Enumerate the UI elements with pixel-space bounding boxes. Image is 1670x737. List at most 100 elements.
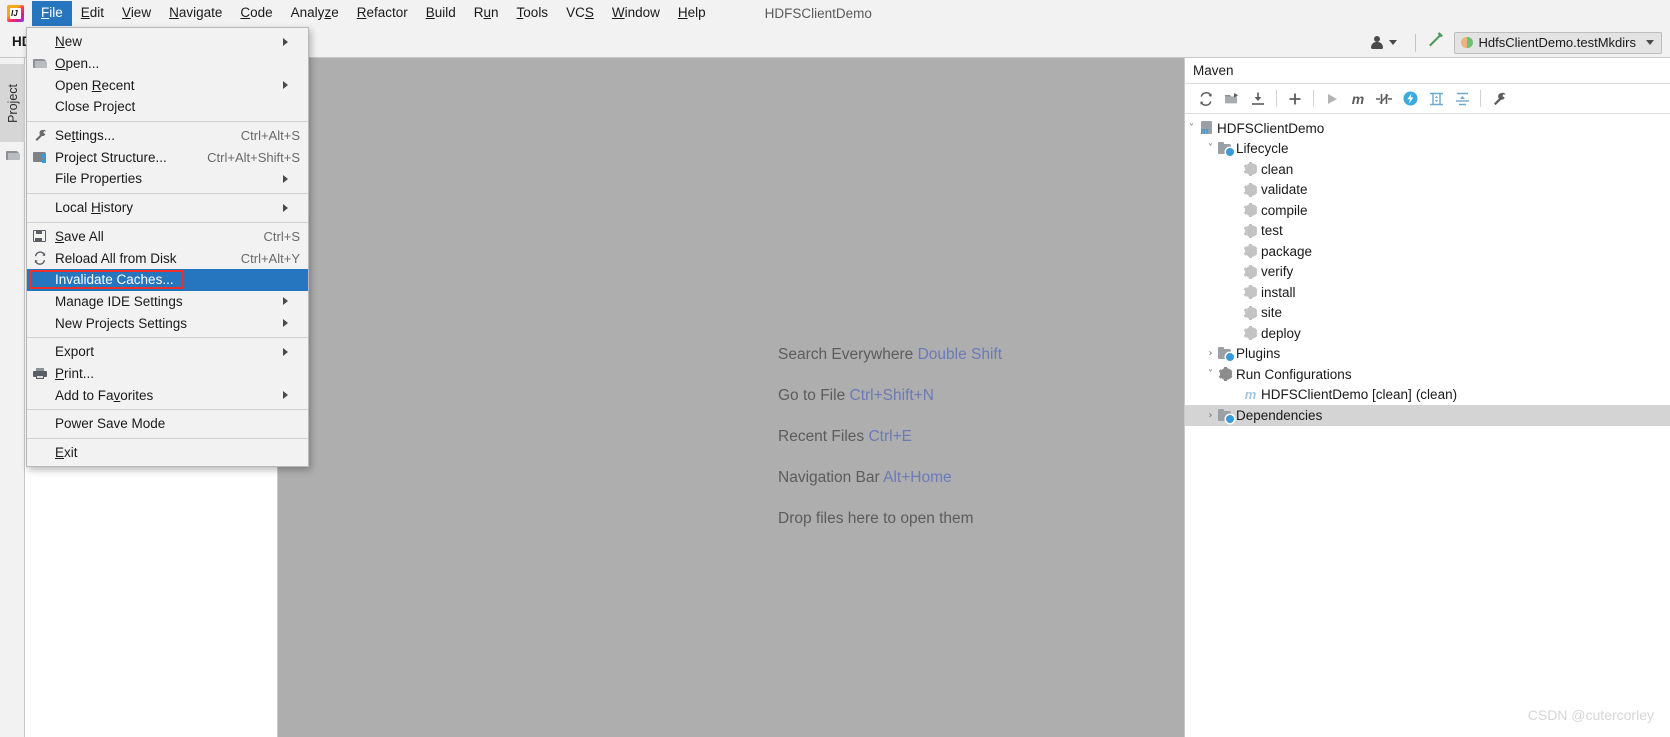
tree-item-label: Plugins <box>1236 346 1281 362</box>
menu-vcs[interactable]: VCS <box>557 1 603 26</box>
menu-run[interactable]: Run <box>465 1 508 26</box>
chevron-right-icon[interactable]: › <box>1204 348 1217 359</box>
hint-action: Search Everywhere <box>778 346 914 363</box>
chevron-down-icon[interactable] <box>1646 40 1654 45</box>
menu-item-print[interactable]: Print... <box>27 363 308 385</box>
wrench-icon[interactable] <box>1486 87 1512 111</box>
menu-item-project-structure[interactable]: Project Structure... Ctrl+Alt+Shift+S <box>27 146 308 168</box>
chevron-down-icon[interactable]: ˅ <box>1204 369 1217 380</box>
menu-edit[interactable]: Edit <box>72 1 113 26</box>
menu-item-manage-ide-settings[interactable]: Manage IDE Settings <box>27 291 308 313</box>
person-icon[interactable] <box>1370 35 1386 50</box>
menu-item-invalidate-caches[interactable]: Invalidate Caches... <box>27 268 308 291</box>
generate-sources-icon[interactable] <box>1219 87 1245 111</box>
menu-item-label: Open Recent <box>55 77 135 93</box>
hint-action: Drop files here to open them <box>778 510 974 527</box>
tree-item-label: site <box>1261 305 1283 321</box>
maven-panel-header: Maven <box>1185 58 1670 84</box>
menu-separator <box>27 221 308 223</box>
offline-mode-icon[interactable] <box>1397 87 1423 111</box>
table-row[interactable]: test <box>1185 221 1670 242</box>
maven-goal-icon <box>1242 244 1259 259</box>
download-icon[interactable] <box>1245 87 1271 111</box>
menu-help[interactable]: Help <box>669 1 715 26</box>
table-row[interactable]: ˅ Lifecycle <box>1185 139 1670 160</box>
menu-item-label: Add to Favorites <box>55 387 154 403</box>
project-structure-icon <box>33 146 47 168</box>
menu-refactor[interactable]: Refactor <box>348 1 417 26</box>
maven-goal-icon <box>1242 305 1259 320</box>
table-row[interactable]: ˅ Run Configurations <box>1185 364 1670 385</box>
table-row[interactable]: compile <box>1185 200 1670 221</box>
menu-item-shortcut: Ctrl+Alt+S <box>240 128 300 144</box>
folder-icon[interactable] <box>6 150 20 161</box>
menu-separator <box>27 409 308 410</box>
menu-analyze[interactable]: Analyze <box>282 1 348 26</box>
menu-item-label: Settings... <box>55 128 116 144</box>
table-row[interactable]: clean <box>1185 159 1670 180</box>
chevron-right-icon[interactable]: › <box>1204 410 1217 421</box>
table-row[interactable]: deploy <box>1185 323 1670 344</box>
menu-code[interactable]: Code <box>231 1 281 26</box>
hint-row: Recent Files Ctrl+E <box>778 428 1002 446</box>
chevron-down-icon[interactable] <box>1388 40 1397 45</box>
menu-item-new-projects-settings[interactable]: New Projects Settings <box>27 312 308 334</box>
menu-view[interactable]: View <box>113 1 160 26</box>
menu-item-power-save-mode[interactable]: Power Save Mode <box>27 413 308 435</box>
collapse-all-icon[interactable] <box>1449 87 1475 111</box>
window-title: HDFSClientDemo <box>764 6 872 21</box>
menu-item-new[interactable]: New <box>27 31 308 53</box>
table-row[interactable]: › Dependencies <box>1185 405 1670 426</box>
table-row[interactable]: site <box>1185 303 1670 324</box>
run-icon[interactable] <box>1319 87 1345 111</box>
chevron-down-icon[interactable]: ˅ <box>1185 123 1198 134</box>
menu-item-local-history[interactable]: Local History <box>27 197 308 219</box>
table-row[interactable]: validate <box>1185 180 1670 201</box>
menu-item-file-properties[interactable]: File Properties <box>27 168 308 190</box>
hint-row: Search Everywhere Double Shift <box>778 346 1002 364</box>
menu-file[interactable]: File <box>32 1 72 26</box>
menu-item-open[interactable]: Open... <box>27 53 308 75</box>
lifecycle-folder-icon <box>1217 142 1234 157</box>
menu-item-reload-all-from-disk[interactable]: Reload All from Disk Ctrl+Alt+Y <box>27 247 308 269</box>
menu-separator <box>27 120 308 122</box>
maven-m-icon[interactable]: m <box>1345 87 1371 111</box>
maven-goal-icon <box>1242 203 1259 218</box>
skip-tests-icon[interactable] <box>1371 87 1397 111</box>
table-row[interactable]: install <box>1185 282 1670 303</box>
menu-item-close-project[interactable]: Close Project <box>27 96 308 118</box>
test-run-config-icon <box>1460 37 1473 48</box>
maven-goal-icon <box>1242 264 1259 279</box>
table-row[interactable]: m HDFSClientDemo [clean] (clean) <box>1185 385 1670 406</box>
dependencies-folder-icon <box>1217 408 1234 423</box>
menu-navigate[interactable]: Navigate <box>160 1 231 26</box>
menu-item-settings[interactable]: Settings... Ctrl+Alt+S <box>27 125 308 147</box>
menu-build[interactable]: Build <box>417 1 465 26</box>
build-hammer-icon[interactable] <box>1425 31 1444 55</box>
dependency-diagram-icon[interactable] <box>1423 87 1449 111</box>
refresh-icon[interactable] <box>1193 87 1219 111</box>
chevron-down-icon[interactable]: ˅ <box>1204 143 1217 154</box>
plus-icon[interactable] <box>1282 87 1308 111</box>
sidebar-item-project[interactable]: Project <box>0 64 25 142</box>
menu-tools[interactable]: Tools <box>508 1 558 26</box>
menu-item-label: New <box>55 34 83 50</box>
hint-action: Recent Files <box>778 428 865 445</box>
plugins-folder-icon <box>1217 347 1234 362</box>
tree-item-label: HDFSClientDemo [clean] <box>1261 387 1412 403</box>
run-configuration-selector[interactable]: HdfsClientDemo.testMkdirs <box>1453 31 1662 54</box>
editor-empty-area[interactable]: Search Everywhere Double Shift Go to Fil… <box>278 58 1184 737</box>
menu-item-save-all[interactable]: Save All Ctrl+S <box>27 226 308 248</box>
table-row[interactable]: ˅ m HDFSClientDemo <box>1185 118 1670 139</box>
table-row[interactable]: package <box>1185 241 1670 262</box>
chevron-right-icon <box>283 347 300 356</box>
table-row[interactable]: verify <box>1185 262 1670 283</box>
menu-item-add-to-favorites[interactable]: Add to Favorites <box>27 384 308 406</box>
menu-item-open-recent[interactable]: Open Recent <box>27 74 308 96</box>
menu-item-exit[interactable]: Exit <box>27 442 308 464</box>
menu-item-export[interactable]: Export <box>27 341 308 363</box>
tree-item-label: verify <box>1261 264 1294 280</box>
table-row[interactable]: › Plugins <box>1185 344 1670 365</box>
menu-window[interactable]: Window <box>603 1 669 26</box>
menu-separator <box>27 437 308 439</box>
